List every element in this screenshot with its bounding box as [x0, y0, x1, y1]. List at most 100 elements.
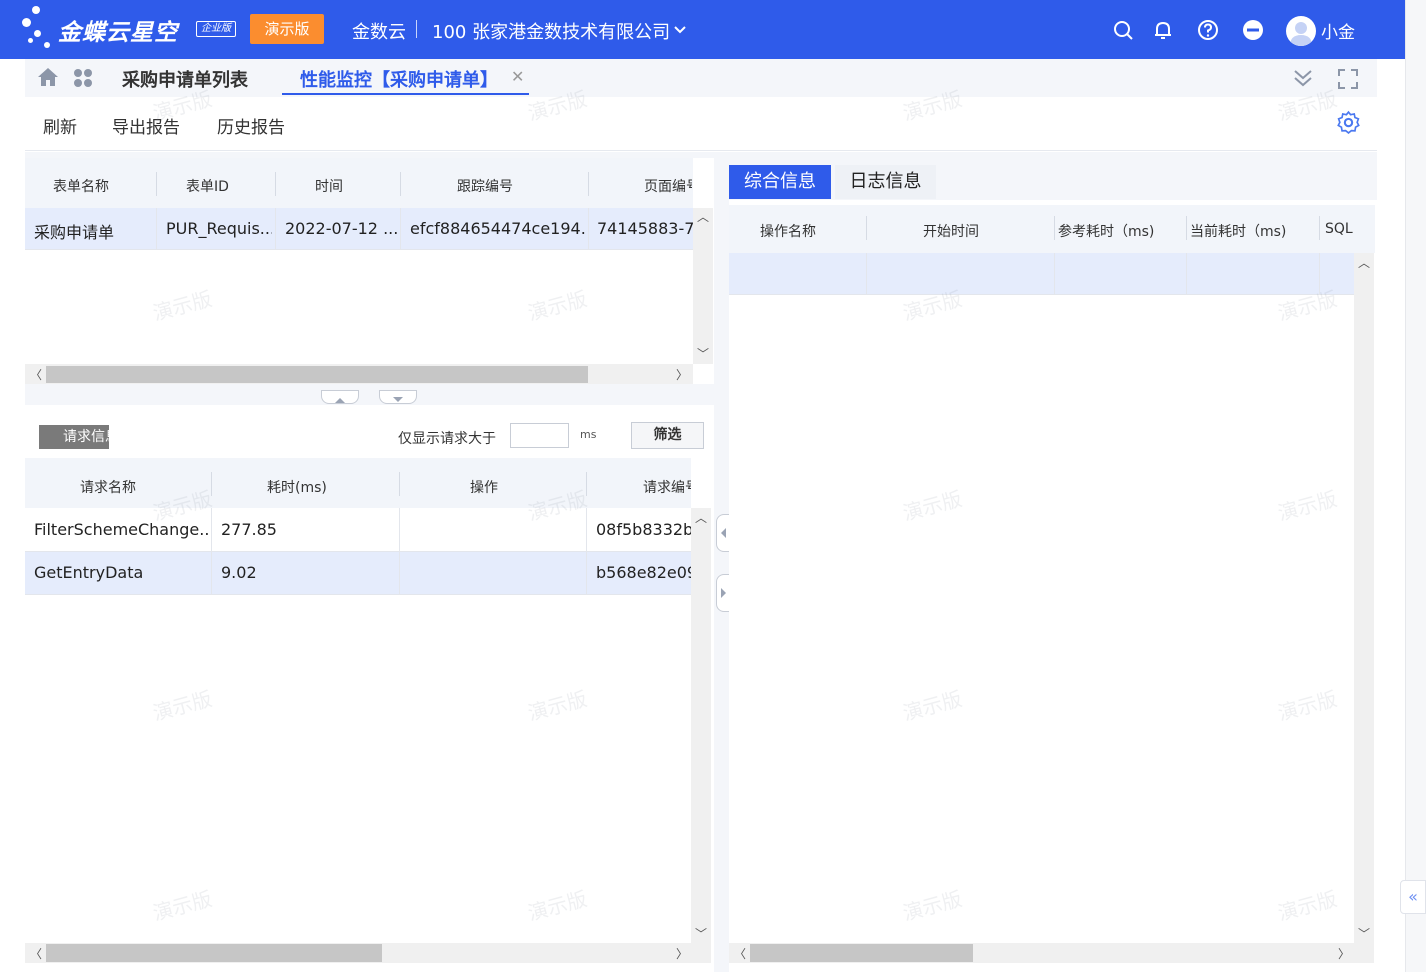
column-header[interactable]: 表单名称 — [53, 176, 109, 196]
scroll-up-icon[interactable]: ︿ — [695, 509, 707, 526]
column-divider[interactable] — [1186, 216, 1187, 240]
table-cell[interactable]: b568e82e09 — [596, 563, 691, 582]
table-cell[interactable]: 277.85 — [221, 520, 391, 539]
cell-divider — [400, 208, 401, 250]
scroll-up-icon[interactable]: ︿ — [1358, 254, 1370, 271]
cell-divider — [1186, 253, 1187, 295]
column-header[interactable]: 请求名称 — [80, 477, 136, 497]
tab-log[interactable]: 日志信息 — [835, 165, 936, 199]
filter-label: 仅显示请求大于 — [398, 431, 496, 447]
column-divider[interactable] — [866, 216, 867, 240]
username[interactable]: 小金 — [1321, 18, 1355, 43]
scroll-right-icon[interactable]: 〉 — [676, 366, 688, 383]
scroll-down-icon[interactable]: ﹀ — [695, 925, 707, 942]
chevron-down-icon[interactable] — [672, 22, 688, 38]
row-divider — [25, 249, 693, 250]
table-cell[interactable]: 08f5b8332b — [596, 520, 691, 539]
collapse-right-button[interactable] — [716, 574, 730, 612]
column-divider[interactable] — [586, 472, 587, 496]
form-grid-header — [25, 158, 693, 208]
column-divider[interactable] — [1319, 216, 1320, 240]
column-header[interactable]: 开始时间 — [923, 221, 979, 241]
column-header[interactable]: 请求编号 — [643, 477, 691, 497]
column-divider[interactable] — [1054, 216, 1055, 240]
vertical-scrollbar[interactable] — [691, 508, 711, 943]
org-name[interactable]: 金数云 — [352, 18, 406, 44]
collapse-left-button[interactable] — [716, 514, 730, 552]
scroll-down-icon[interactable]: ﹀ — [697, 345, 709, 362]
export-report-button[interactable]: 导出报告 — [112, 113, 180, 138]
scroll-right-icon[interactable]: 〉 — [676, 945, 688, 962]
collapse-down-button[interactable] — [379, 390, 417, 404]
column-header[interactable]: 表单ID — [186, 176, 229, 196]
scroll-down-icon[interactable]: ﹀ — [1358, 925, 1370, 942]
filter-button[interactable]: 筛选 — [631, 422, 704, 449]
fullscreen-icon[interactable] — [1338, 69, 1358, 89]
filter-threshold-input[interactable] — [510, 423, 569, 448]
column-divider[interactable] — [400, 172, 401, 196]
table-cell[interactable]: 9.02 — [221, 563, 391, 582]
column-header[interactable]: 耗时(ms) — [267, 477, 327, 497]
org-divider — [416, 20, 417, 38]
window-edge — [1405, 0, 1426, 972]
column-header[interactable]: 操作名称 — [760, 221, 816, 241]
close-icon[interactable]: ✕ — [511, 67, 524, 86]
column-divider[interactable] — [211, 472, 212, 496]
cell-divider — [586, 552, 587, 595]
column-divider[interactable] — [156, 172, 157, 196]
column-divider[interactable] — [275, 172, 276, 196]
column-divider[interactable] — [399, 472, 400, 496]
cell-divider — [1054, 253, 1055, 295]
demo-badge: 演示版 — [250, 14, 324, 44]
scrollbar-thumb[interactable] — [46, 366, 588, 383]
scroll-right-icon[interactable]: 〉 — [1338, 945, 1350, 962]
vertical-scrollbar[interactable] — [1354, 253, 1374, 943]
column-header[interactable]: 当前耗时（ms) — [1190, 221, 1286, 241]
chevron-double-down-icon[interactable] — [1292, 68, 1314, 88]
vertical-scrollbar[interactable] — [693, 208, 713, 364]
column-header[interactable]: 操作 — [470, 477, 498, 497]
table-cell[interactable]: 74145883-7f — [597, 219, 693, 238]
scroll-left-icon[interactable]: 〈 — [30, 366, 42, 383]
collapse-up-button[interactable] — [321, 390, 359, 404]
table-cell[interactable]: 采购申请单 — [34, 219, 152, 243]
unit-label: ms — [580, 428, 597, 441]
column-header[interactable]: 跟踪编号 — [457, 176, 513, 196]
scroll-up-icon[interactable]: ︿ — [697, 208, 709, 225]
scrollbar-thumb[interactable] — [750, 944, 973, 962]
table-cell[interactable]: GetEntryData — [34, 563, 208, 582]
minus-circle-icon[interactable] — [1242, 19, 1264, 41]
scroll-left-icon[interactable]: 〈 — [734, 945, 746, 962]
tab-performance-monitor[interactable]: 性能监控【采购申请单】 — [300, 66, 498, 92]
table-cell[interactable]: FilterSchemeChange... — [34, 520, 208, 539]
table-row[interactable] — [729, 253, 1354, 295]
history-report-button[interactable]: 历史报告 — [217, 113, 285, 138]
gear-icon[interactable] — [1336, 110, 1361, 135]
scrollbar-thumb[interactable] — [46, 944, 382, 962]
help-icon[interactable] — [1197, 19, 1219, 41]
column-header[interactable]: 页面编号 — [644, 176, 692, 196]
column-header[interactable]: SQL — [1325, 221, 1353, 237]
bell-icon[interactable] — [1152, 19, 1174, 41]
column-header[interactable]: 参考耗时（ms) — [1058, 221, 1154, 241]
tab-summary[interactable]: 综合信息 — [729, 165, 831, 199]
avatar[interactable] — [1286, 16, 1316, 46]
brand-name: 金蝶云星空 — [58, 20, 178, 46]
search-icon[interactable] — [1112, 19, 1134, 41]
home-icon[interactable] — [37, 67, 59, 87]
table-cell[interactable]: efcf884654474ce194... — [410, 219, 586, 238]
logo-icon — [18, 4, 58, 54]
table-cell[interactable]: PUR_Requis... — [166, 219, 272, 238]
tab-purchase-request-list[interactable]: 采购申请单列表 — [122, 66, 248, 92]
column-header[interactable]: 时间 — [315, 176, 343, 196]
apps-grid-icon[interactable] — [73, 68, 93, 88]
table-cell[interactable]: 2022-07-12 ... — [285, 219, 397, 238]
column-divider[interactable] — [588, 172, 589, 196]
cell-divider — [275, 208, 276, 250]
edition-badge: 企业版 — [196, 21, 236, 37]
refresh-button[interactable]: 刷新 — [43, 113, 77, 138]
scroll-left-icon[interactable]: 〈 — [30, 945, 42, 962]
company-selector[interactable]: 100 张家港金数技术有限公司 — [432, 18, 670, 44]
caret-left-icon — [721, 528, 726, 538]
chevron-double-left-icon[interactable]: « — [1400, 880, 1426, 914]
